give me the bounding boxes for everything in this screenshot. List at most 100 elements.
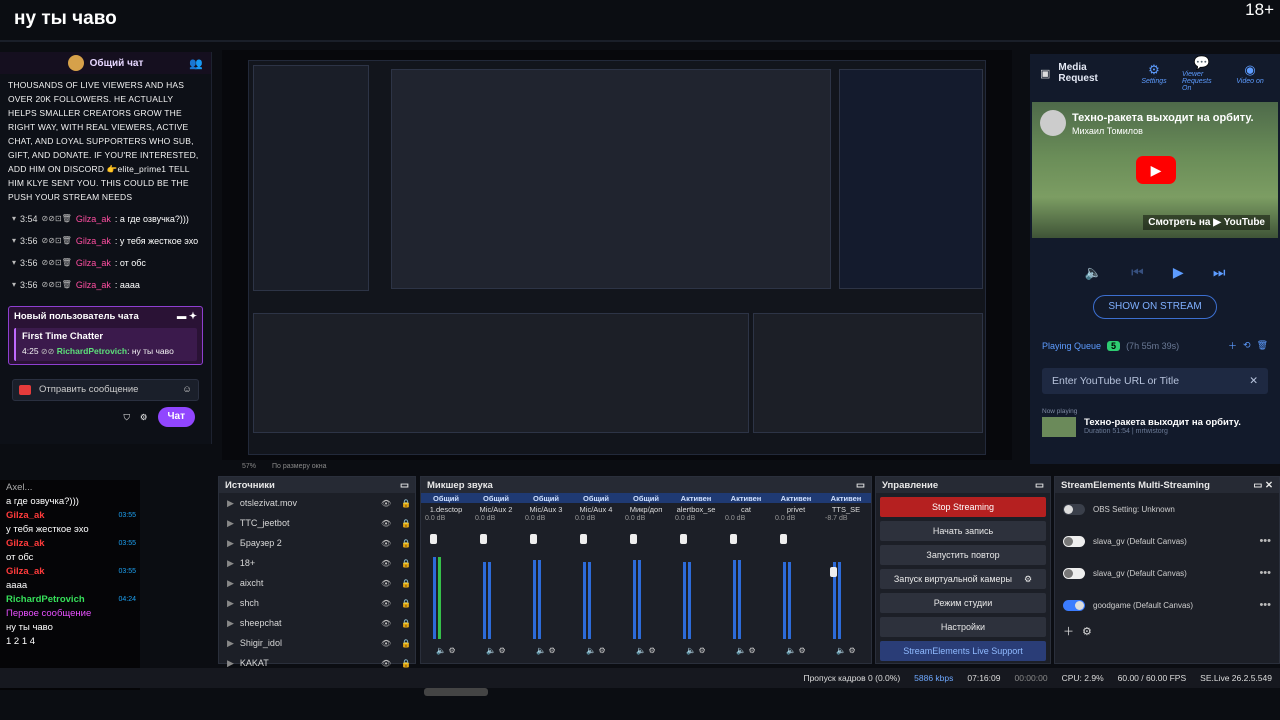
channel-controls[interactable]: 🔈 ⚙ [471,646,521,655]
source-item[interactable]: ▶ Shigir_idol 👁 🔒 [219,633,415,653]
url-input[interactable]: Enter YouTube URL or Title ✕ [1042,368,1268,394]
video-on-button[interactable]: ◉ Video on [1230,62,1270,85]
source-item[interactable]: ▶ TTC_jeetbot 👁 🔒 [219,513,415,533]
source-item[interactable]: ▶ sheepchat 👁 🔒 [219,613,415,633]
live-support-button[interactable]: StreamElements Live Support [880,641,1046,661]
volume-fader[interactable] [680,534,687,544]
program-preview[interactable] [222,50,1012,460]
volume-fader[interactable] [780,534,787,544]
lock-icon[interactable]: 🔒 [401,559,415,568]
source-item[interactable]: ▶ Браузер 2 👁 🔒 [219,533,415,553]
lock-icon[interactable]: 🔒 [401,599,415,608]
shield-icon[interactable]: ⛉ [123,410,129,424]
lock-icon[interactable]: 🔒 [401,539,415,548]
gear-icon[interactable]: ⚙ [1082,625,1092,638]
volume-fader[interactable] [530,534,537,544]
channel-controls[interactable]: 🔈 ⚙ [671,646,721,655]
chat-send-button[interactable]: Чат [157,407,195,427]
toggle[interactable] [1063,567,1085,579]
settings-button[interactable]: ⚙ Settings [1134,62,1174,85]
replay-buffer-button[interactable]: Запустить повтор [880,545,1046,565]
visibility-icon[interactable]: 👁 [381,499,395,508]
visibility-icon[interactable]: 👁 [381,579,395,588]
video-player[interactable]: Техно-ракета выходит на орбиту. Михаил Т… [1032,102,1278,238]
channel-controls[interactable]: 🔈 ⚙ [521,646,571,655]
visibility-icon[interactable]: 👁 [381,599,395,608]
channel-controls[interactable]: 🔈 ⚙ [721,646,771,655]
now-playing-label: Now playing [1042,408,1078,415]
user-list-icon[interactable]: 👥 [189,57,203,70]
volume-icon[interactable]: 🔈 [1085,264,1102,281]
visibility-icon[interactable]: 👁 [381,639,395,648]
start-recording-button[interactable]: Начать запись [880,521,1046,541]
now-playing-item[interactable]: Техно-ракета выходит на орбиту. Duration … [1030,415,1280,439]
add-icon[interactable]: ＋ [1228,339,1237,352]
settings-button[interactable]: Настройки [880,617,1046,637]
source-item[interactable]: ▶ shch 👁 🔒 [219,593,415,613]
close-icon[interactable]: ▭ ✕ [1253,480,1273,491]
lock-icon[interactable]: 🔒 [401,499,415,508]
close-icon[interactable]: ▬ ✦ [177,310,197,324]
visibility-icon[interactable]: 👁 [381,519,395,528]
volume-fader[interactable] [430,534,437,544]
toggle[interactable] [1063,535,1085,547]
close-icon[interactable]: ✕ [1249,375,1258,387]
gear-icon[interactable]: ⚙ [1024,574,1032,585]
fit-select[interactable]: По размеру окна [272,463,326,470]
channel-controls[interactable]: 🔈 ⚙ [821,646,871,655]
volume-fader[interactable] [830,567,837,577]
horizontal-scrollbar[interactable] [424,688,488,696]
volume-fader[interactable] [480,534,487,544]
popout-icon[interactable]: ▭ [1035,480,1044,491]
viewer-requests-button[interactable]: 💬 Viewer Requests On [1182,55,1222,92]
nested-media-thumb [839,69,983,289]
watch-on-youtube[interactable]: Смотреть на ▶ YouTube [1143,215,1270,230]
channel-controls[interactable]: 🔈 ⚙ [771,646,821,655]
source-item[interactable]: ▶ 18+ 👁 🔒 [219,553,415,573]
channel-controls[interactable]: 🔈 ⚙ [571,646,621,655]
visibility-icon[interactable]: 👁 [381,659,395,668]
play-icon[interactable]: ▶ [1173,264,1184,281]
chat-message: ▾ 3:56 ⊘⊘⊡🗑 Gilza_ak: аааа [12,280,140,290]
more-icon[interactable]: ••• [1259,535,1271,547]
toggle[interactable] [1063,599,1085,611]
source-type-icon: ▶ [227,597,234,608]
np-meta: Duration 51:54 | mrtwistorg [1084,428,1168,435]
popout-icon[interactable]: ▭ [400,480,409,491]
studio-mode-button[interactable]: Режим студии [880,593,1046,613]
visibility-icon[interactable]: 👁 [381,619,395,628]
trash-icon[interactable]: 🗑 [1257,340,1268,351]
volume-fader[interactable] [630,534,637,544]
next-icon[interactable]: ⏭ [1213,264,1226,281]
volume-fader[interactable] [730,534,737,544]
lock-icon[interactable]: 🔒 [401,519,415,528]
zoom-level[interactable]: 57% [242,463,256,470]
stop-streaming-button[interactable]: Stop Streaming [880,497,1046,517]
more-icon[interactable]: ••• [1259,567,1271,579]
source-item[interactable]: ▶ otslezivat.mov 👁 🔒 [219,493,415,513]
lock-icon[interactable]: 🔒 [401,659,415,668]
more-icon[interactable]: ••• [1259,599,1271,611]
emote-icon[interactable]: ☺ [182,383,192,397]
toggle[interactable] [1063,503,1085,515]
virtual-camera-button[interactable]: Запуск виртуальной камеры ⚙ [880,569,1046,589]
history-icon[interactable]: ⟲ [1243,340,1251,351]
channel-controls[interactable]: 🔈 ⚙ [421,646,471,655]
media-header: ▣ Media Request ⚙ Settings 💬 Viewer Reques… [1030,54,1280,92]
add-icon[interactable]: ＋ [1063,623,1074,639]
channel-controls[interactable]: 🔈 ⚙ [621,646,671,655]
show-on-stream-button[interactable]: SHOW ON STREAM [1093,295,1217,319]
volume-fader[interactable] [580,534,587,544]
source-item[interactable]: ▶ aixcht 👁 🔒 [219,573,415,593]
lock-icon[interactable]: 🔒 [401,619,415,628]
visibility-icon[interactable]: 👁 [381,559,395,568]
lock-icon[interactable]: 🔒 [401,579,415,588]
play-icon[interactable]: ▶ [1136,156,1176,184]
chat-input[interactable]: Отправить сообщение ☺ [12,379,199,401]
gear-icon[interactable]: ⚙ [140,410,148,424]
popout-icon[interactable]: ▭ [856,480,865,491]
lock-icon[interactable]: 🔒 [401,639,415,648]
visibility-icon[interactable]: 👁 [381,539,395,548]
channel-name: TTS_SE [831,504,861,514]
previous-icon[interactable]: ⏮ [1131,264,1144,281]
